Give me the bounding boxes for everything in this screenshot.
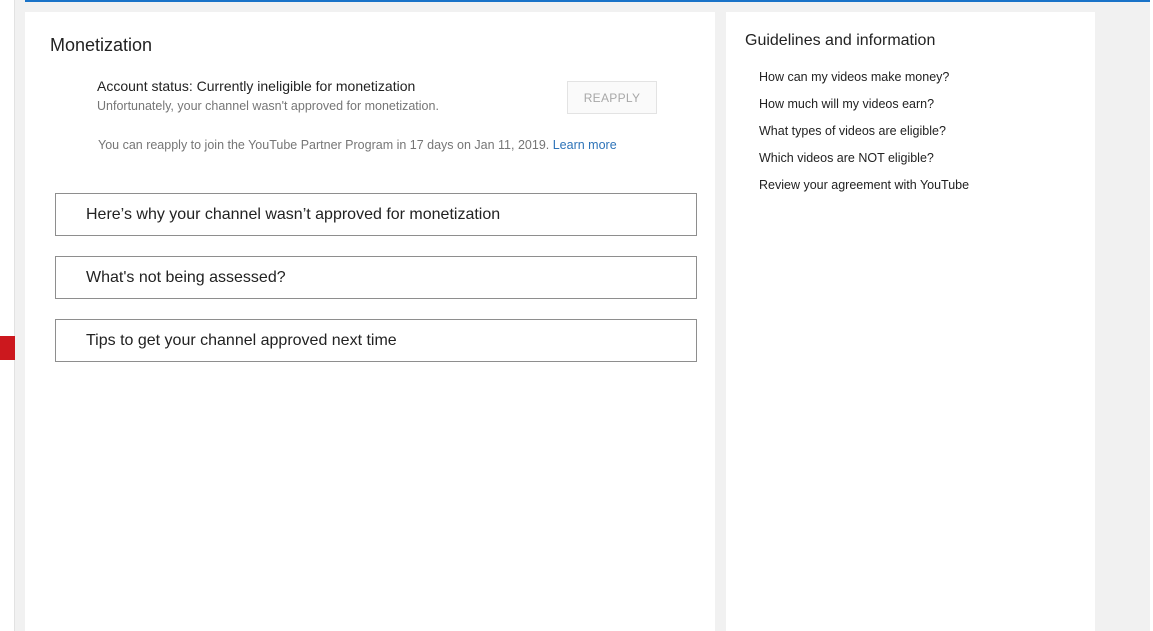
section-why-not-approved[interactable]: Here’s why your channel wasn’t approved … bbox=[55, 193, 697, 236]
active-nav-indicator bbox=[0, 336, 15, 360]
guideline-link-agreement[interactable]: Review your agreement with YouTube bbox=[759, 178, 969, 205]
left-nav-edge bbox=[0, 0, 15, 631]
section-not-assessed[interactable]: What's not being assessed? bbox=[55, 256, 697, 299]
monetization-title: Monetization bbox=[50, 35, 153, 55]
account-status-subtext: Unfortunately, your channel wasn't appro… bbox=[97, 99, 439, 113]
section-approval-tips-label: Tips to get your channel approved next t… bbox=[86, 332, 397, 349]
guideline-link-earnings[interactable]: How much will my videos earn? bbox=[759, 97, 969, 124]
guideline-link-make-money[interactable]: How can my videos make money? bbox=[759, 70, 969, 97]
account-status-text: Account status: Currently ineligible for… bbox=[97, 78, 416, 94]
guidelines-links: How can my videos make money? How much w… bbox=[759, 70, 969, 205]
guideline-link-not-eligible[interactable]: Which videos are NOT eligible? bbox=[759, 151, 969, 178]
reapply-button[interactable]: REAPPLY bbox=[567, 81, 657, 114]
reapply-note: You can reapply to join the YouTube Part… bbox=[98, 138, 617, 152]
top-accent-bar bbox=[25, 0, 1153, 2]
learn-more-link[interactable]: Learn more bbox=[553, 138, 617, 152]
guidelines-title: Guidelines and information bbox=[745, 32, 936, 49]
section-not-assessed-label: What's not being assessed? bbox=[86, 269, 286, 286]
guideline-link-eligible-types[interactable]: What types of videos are eligible? bbox=[759, 124, 969, 151]
section-why-not-approved-label: Here’s why your channel wasn’t approved … bbox=[86, 206, 501, 223]
guidelines-panel: Guidelines and information How can my vi… bbox=[726, 12, 1095, 631]
monetization-panel: Monetization Account status: Currently i… bbox=[25, 12, 715, 631]
section-approval-tips[interactable]: Tips to get your channel approved next t… bbox=[55, 319, 697, 362]
reapply-note-text: You can reapply to join the YouTube Part… bbox=[98, 138, 550, 152]
